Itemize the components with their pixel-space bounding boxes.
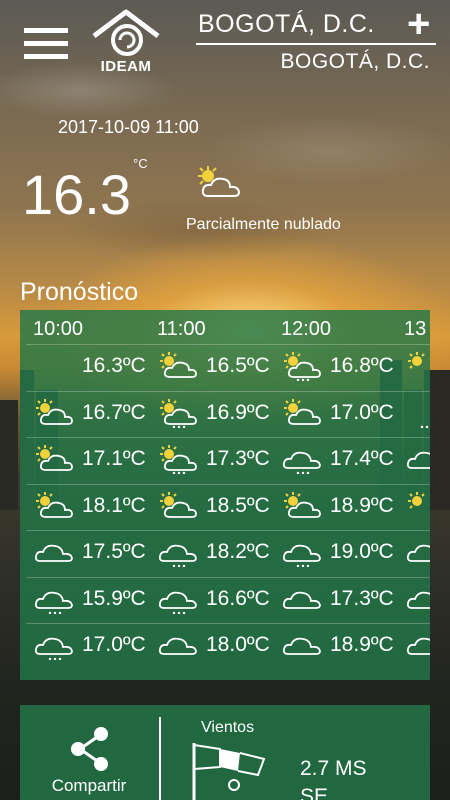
cloud-icon [406, 630, 430, 660]
forecast-temperature: 18.9ºC [330, 633, 394, 656]
forecast-row: 15.9ºC 16.6ºC 17.3ºC [26, 576, 430, 623]
forecast-temperature: 16.7ºC [82, 400, 146, 424]
partly-cloudy-rain-icon [158, 444, 198, 475]
menu-bar [24, 28, 68, 33]
partly-cloudy-icon [34, 398, 74, 428]
forecast-temperature: 16.8ºC [330, 354, 394, 377]
forecast-temperature: 17.0ºC [82, 633, 146, 656]
cloud-rain-icon [34, 584, 74, 614]
partly-cloudy-rain-icon [158, 398, 198, 428]
cloud-icon [158, 630, 198, 660]
forecast-temperature: 19.0ºC [330, 540, 394, 563]
cloud-icon [282, 584, 322, 614]
header: IDEAM BOGOTÁ, D.C. BOGOTÁ, D.C. + [0, 0, 450, 90]
partly-cloudy-icon [282, 491, 322, 521]
forecast-row: 16.7ºC 16.9ºC 17.0ºC [26, 390, 430, 437]
bottom-panel: Compartir Vientos 2.7 MS SE [20, 705, 430, 800]
logo-text: IDEAM [100, 58, 152, 75]
forecast-temperature: 18.2ºC [206, 540, 270, 563]
share-icon [71, 727, 108, 771]
windsock-icon [192, 743, 266, 800]
cloud-rain-icon [282, 537, 322, 568]
current-datetime: 2017-10-09 11:00 [58, 117, 199, 137]
menu-bar [24, 41, 68, 46]
forecast-row: 16.3ºC 16.5ºC 16.8ºC [26, 344, 430, 390]
cloud-icon [406, 444, 430, 474]
cloud-rain-icon [282, 444, 322, 475]
hour-label: 11:00 [157, 318, 206, 340]
forecast-temperature: 17.1ºC [82, 447, 146, 470]
winds-label: Vientos [201, 719, 255, 736]
forecast-temperature: 18.1ºC [82, 493, 146, 517]
add-city-button[interactable]: + [407, 4, 430, 44]
forecast-temperature: 18.0ºC [206, 633, 270, 656]
hour-label: 13 [404, 318, 427, 340]
forecast-row: 17.0ºC 18.0ºC 18.9ºC [26, 623, 430, 669]
cloud-rain-icon [158, 537, 198, 568]
cloud-icon [34, 537, 74, 567]
partly-cloudy-icon [158, 491, 198, 521]
rain-icon [406, 398, 430, 428]
partly-cloudy-icon [34, 491, 74, 521]
logo-icon [92, 9, 160, 56]
forecast-temperature: 17.4ºC [330, 447, 394, 470]
partly-cloudy-icon [194, 164, 246, 200]
sun-icon [406, 491, 430, 521]
temperature-unit: °C [133, 156, 148, 171]
forecast-temperature: 16.3ºC [82, 354, 146, 377]
cloud-icon [406, 584, 430, 614]
forecast-temperature: 16.6ºC [206, 586, 270, 610]
city-subtitle: BOGOTÁ, D.C. [280, 50, 430, 73]
forecast-temperature: 18.5ºC [206, 493, 270, 517]
forecast-row: 17.5ºC 18.2ºC 19.0ºC [26, 530, 430, 576]
partly-cloudy-icon [282, 398, 322, 428]
hour-label: 10:00 [33, 318, 84, 340]
forecast-temperature: 18.9ºC [330, 493, 394, 517]
forecast-temperature: 17.5ºC [82, 540, 146, 563]
divider [159, 717, 161, 800]
menu-button[interactable] [24, 28, 68, 64]
forecast-temperature: 16.9ºC [206, 400, 270, 424]
forecast-row: 18.1ºC 18.5ºC 18.9ºC [26, 483, 430, 530]
cloud-icon [282, 630, 322, 660]
wind-direction: SE [300, 785, 329, 800]
sun-icon [406, 351, 430, 381]
hour-label: 12:00 [281, 318, 332, 340]
forecast-temperature: 17.3ºC [206, 447, 270, 470]
forecast-temperature: 17.3ºC [330, 586, 394, 610]
forecast-title: Pronóstico [20, 278, 139, 306]
current-temperature: 16.3 [22, 163, 131, 226]
forecast-temperature: 16.5ºC [206, 354, 270, 377]
forecast-panel[interactable]: 10:00 11:00 12:00 13 16.3ºC 16.5ºC 16.8ºC 1… [20, 310, 430, 680]
ideam-logo: IDEAM [90, 6, 162, 78]
cloud-rain-icon [158, 584, 198, 614]
share-label: Compartir [51, 776, 127, 795]
forecast-temperature: 17.0ºC [330, 400, 394, 424]
partly-cloudy-icon [158, 351, 198, 381]
partly-cloudy-icon [34, 444, 74, 474]
city-selector[interactable]: BOGOTÁ, D.C. [198, 10, 375, 39]
share-button[interactable]: Compartir [20, 705, 158, 800]
forecast-temperature: 15.9ºC [82, 586, 146, 610]
condition-text: Parcialmente nublado [186, 216, 341, 233]
cloud-rain-icon [34, 630, 74, 661]
city-underline [196, 43, 436, 45]
cloud-icon [406, 537, 430, 567]
wind-speed: 2.7 MS [300, 757, 367, 780]
partly-cloudy-rain-icon [282, 351, 322, 382]
menu-bar [24, 54, 68, 59]
forecast-row: 17.1ºC 17.3ºC 17.4ºC [26, 437, 430, 483]
